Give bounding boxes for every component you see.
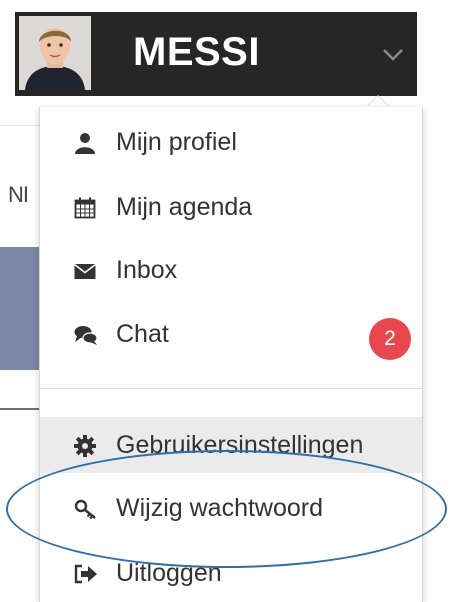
- menu-item-change-password[interactable]: Wijzig wachtwoord: [40, 480, 422, 536]
- menu-divider: [40, 388, 422, 389]
- menu-item-profile[interactable]: Mijn profiel: [40, 114, 422, 170]
- notification-badge: 2: [369, 318, 411, 360]
- menu-item-chat[interactable]: Chat 2: [40, 306, 422, 362]
- user-dropdown-menu: Mijn profiel Mijn agenda Inbox Chat 2 Ge…: [39, 107, 423, 602]
- background-partial-text: NI: [8, 182, 29, 207]
- menu-item-user-settings[interactable]: Gebruikersinstellingen: [40, 417, 422, 473]
- username[interactable]: MESSI: [133, 30, 260, 75]
- envelope-icon: [74, 260, 96, 282]
- gear-icon: [74, 435, 96, 457]
- background-divider: [0, 408, 40, 410]
- menu-item-label: Chat: [116, 320, 169, 348]
- menu-item-label: Mijn agenda: [116, 193, 253, 221]
- dropdown-pointer: [367, 96, 389, 107]
- menu-item-label: Mijn profiel: [116, 128, 237, 156]
- avatar[interactable]: [19, 16, 91, 90]
- user-avatar-icon: [19, 16, 91, 90]
- sign-out-icon: [74, 563, 97, 585]
- chevron-down-icon[interactable]: [379, 42, 407, 66]
- menu-item-label: Uitloggen: [116, 559, 222, 587]
- menu-item-agenda[interactable]: Mijn agenda: [40, 179, 422, 235]
- menu-item-label: Wijzig wachtwoord: [116, 494, 324, 522]
- user-header-bar[interactable]: MESSI: [15, 12, 417, 96]
- key-icon: [74, 498, 96, 520]
- user-icon: [74, 132, 96, 154]
- background-panel: [0, 247, 40, 370]
- menu-item-label: Inbox: [116, 256, 178, 284]
- menu-item-inbox[interactable]: Inbox: [40, 242, 422, 298]
- menu-item-logout[interactable]: Uitloggen: [40, 545, 422, 601]
- calendar-icon: [74, 197, 96, 219]
- menu-item-label: Gebruikersinstellingen: [116, 431, 364, 459]
- chat-icon: [74, 324, 98, 346]
- background-divider: [0, 125, 40, 126]
